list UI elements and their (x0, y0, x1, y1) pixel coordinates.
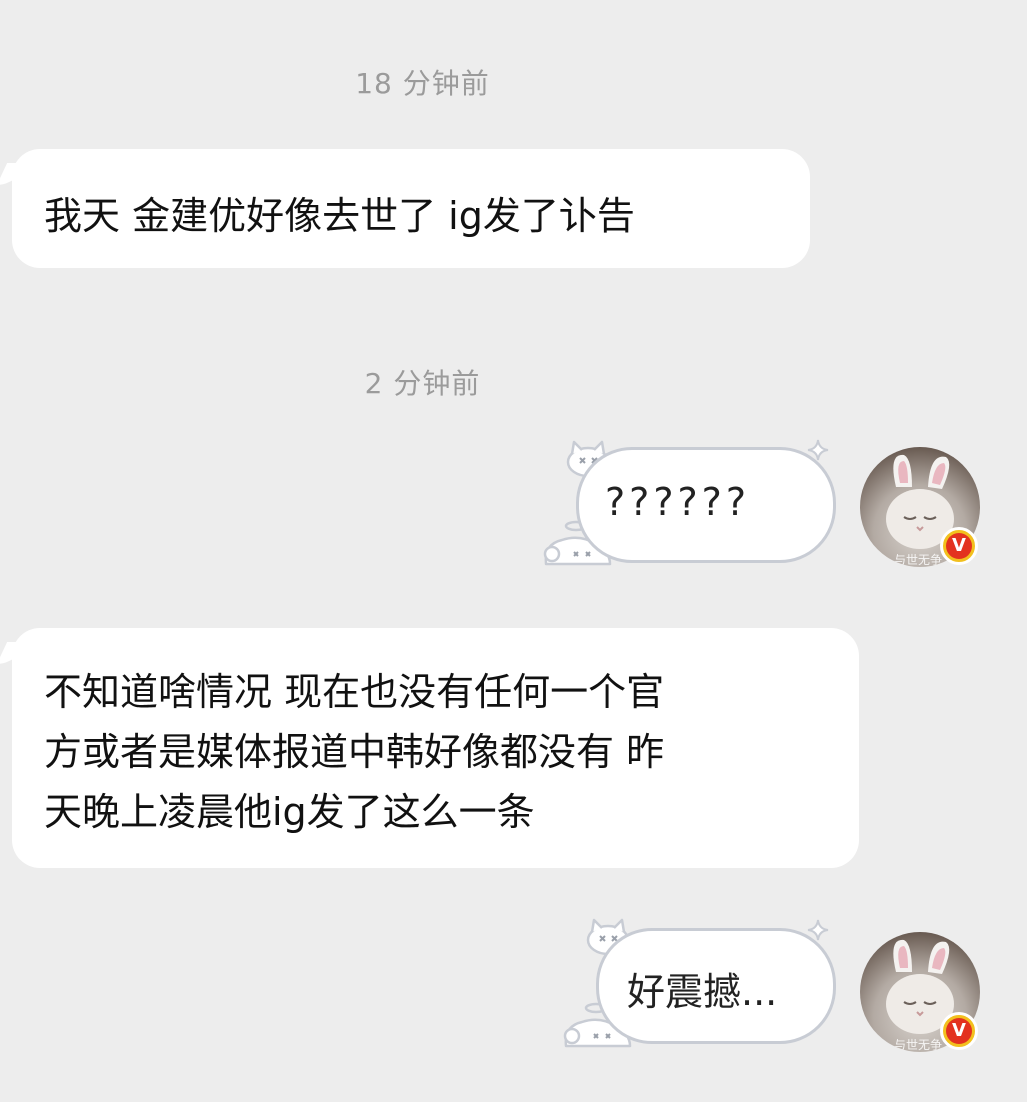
bubble-tail (0, 163, 30, 185)
message-text: 好震撼... (627, 970, 778, 1014)
message-bubble-outgoing[interactable]: 好震撼... (596, 928, 836, 1044)
message-bubble-outgoing[interactable]: ?????? (576, 447, 836, 563)
message-text: 我天 金建优好像去世了 ig发了讣告 (44, 194, 635, 238)
verified-badge-icon: V (940, 1012, 978, 1050)
timestamp: 18 分钟前 (355, 67, 490, 100)
verified-badge-icon: V (940, 527, 978, 565)
avatar[interactable]: 与世无争 V (860, 447, 980, 567)
message-bubble-incoming[interactable]: 我天 金建优好像去世了 ig发了讣告 (0, 149, 810, 268)
bubble-tail (0, 642, 30, 664)
message-text-line: 不知道啥情况 现在也没有任何一个官 (44, 670, 665, 714)
avatar[interactable]: 与世无争 V (860, 932, 980, 1052)
avatar-watermark: 与世无争 (894, 553, 943, 567)
message-text-line: 天晚上凌晨他ig发了这么一条 (44, 790, 535, 834)
avatar-watermark: 与世无争 (894, 1038, 943, 1052)
timestamp: 2 分钟前 (364, 367, 481, 400)
message-bubble-incoming[interactable]: 不知道啥情况 现在也没有任何一个官 方或者是媒体报道中韩好像都没有 昨 天晚上凌… (0, 628, 859, 868)
message-text-line: 方或者是媒体报道中韩好像都没有 昨 (44, 730, 665, 774)
message-text: ?????? (605, 480, 751, 524)
